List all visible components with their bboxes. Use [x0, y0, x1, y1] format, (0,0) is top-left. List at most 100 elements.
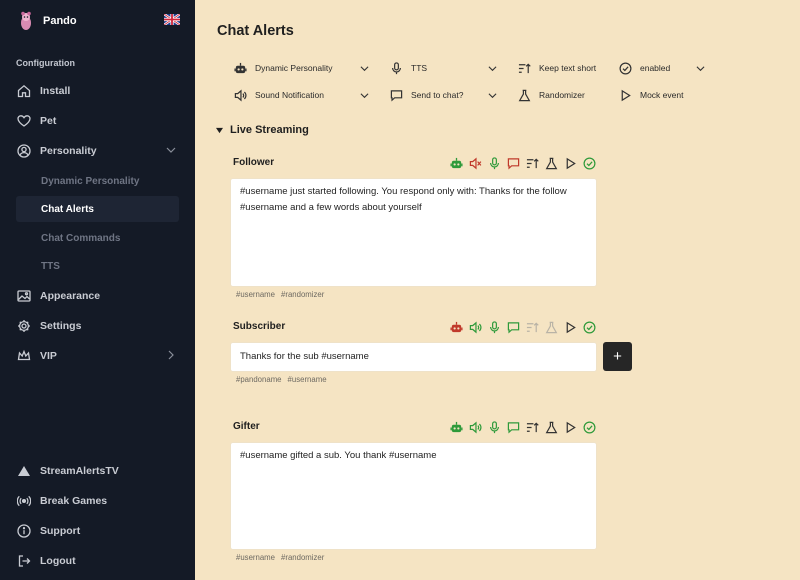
sidebar-item-label: Install — [40, 85, 71, 97]
check-circle-icon — [618, 61, 632, 75]
tag[interactable]: #pandoname — [236, 375, 282, 384]
legend-keep-text-short[interactable]: Keep text short — [517, 60, 607, 76]
sidebar-item-personality[interactable]: Personality — [16, 138, 180, 164]
robot-icon[interactable] — [449, 320, 463, 334]
user-circle-icon — [16, 143, 32, 159]
app-name: Pando — [43, 15, 77, 27]
sidebar-item-appearance[interactable]: Appearance — [16, 283, 180, 309]
add-button[interactable]: + — [603, 342, 632, 371]
speaker-icon[interactable] — [468, 420, 482, 434]
flask-icon[interactable] — [544, 320, 558, 334]
legend-sound-notification[interactable]: Sound Notification — [233, 87, 369, 103]
microphone-icon[interactable] — [487, 420, 501, 434]
legend-label: Randomizer — [539, 90, 585, 100]
chevron-right-icon — [168, 350, 174, 360]
alert-title-follower: Follower — [233, 157, 275, 168]
page-title: Chat Alerts — [217, 23, 294, 39]
speaker-icon[interactable] — [468, 320, 482, 334]
chat-bubble-icon[interactable] — [506, 156, 520, 170]
section-title: Live Streaming — [230, 124, 309, 136]
sidebar-item-streamalertstv[interactable]: StreamAlertsTV — [16, 458, 180, 484]
tag[interactable]: #username — [236, 290, 275, 299]
tag[interactable]: #username — [236, 553, 275, 562]
tag[interactable]: #randomizer — [281, 553, 324, 562]
chevron-down-icon — [360, 66, 369, 72]
alert-controls-follower — [449, 156, 596, 170]
sidebar-subitem-dynamic-personality[interactable]: Dynamic Personality — [16, 168, 179, 194]
legend-label: Sound Notification — [255, 90, 324, 100]
check-circle-icon[interactable] — [582, 320, 596, 334]
chat-bubble-icon[interactable] — [506, 420, 520, 434]
check-circle-icon[interactable] — [582, 156, 596, 170]
flask-icon[interactable] — [544, 156, 558, 170]
sidebar: Pando Configuration Install Pet Personal… — [0, 0, 195, 580]
sidebar-item-label: Personality — [40, 145, 97, 157]
legend-mock-event[interactable]: Mock event — [618, 87, 705, 103]
speaker-muted-icon[interactable] — [468, 156, 482, 170]
sidebar-subitem-chat-alerts[interactable]: Chat Alerts — [16, 196, 179, 222]
sort-icon[interactable] — [525, 156, 539, 170]
legend-label: enabled — [640, 63, 671, 73]
sidebar-item-pet[interactable]: Pet — [16, 108, 180, 134]
tag[interactable]: #username — [288, 375, 327, 384]
chevron-down-icon — [488, 66, 497, 72]
plus-icon: + — [613, 348, 622, 365]
legend-randomizer[interactable]: Randomizer — [517, 87, 607, 103]
sidebar-item-support[interactable]: Support — [16, 518, 180, 544]
sidebar-item-label: Break Games — [40, 495, 108, 507]
crown-icon — [16, 348, 32, 364]
legend-label: Dynamic Personality — [255, 63, 333, 73]
robot-icon[interactable] — [449, 420, 463, 434]
tag[interactable]: #randomizer — [281, 290, 324, 299]
microphone-icon[interactable] — [487, 320, 501, 334]
legend-label: Mock event — [640, 90, 684, 100]
sidebar-item-label: Support — [40, 525, 81, 537]
tags-gifter: #username #randomizer — [236, 553, 324, 562]
sidebar-item-break-games[interactable]: Break Games — [16, 488, 180, 514]
microphone-icon[interactable] — [487, 156, 501, 170]
play-icon — [618, 88, 632, 102]
message-input-subscriber[interactable]: Thanks for the sub #username — [230, 342, 597, 372]
play-icon[interactable] — [563, 156, 577, 170]
microphone-icon — [389, 61, 403, 75]
caret-down-icon — [216, 127, 223, 133]
alert-title-subscriber: Subscriber — [233, 321, 286, 332]
play-icon[interactable] — [563, 420, 577, 434]
legend-tts[interactable]: TTS — [389, 60, 497, 76]
robot-icon[interactable] — [449, 156, 463, 170]
sidebar-subitem-tts[interactable]: TTS — [16, 253, 179, 279]
message-input-gifter[interactable]: #username gifted a sub. You thank #usern… — [230, 442, 597, 550]
flask-icon[interactable] — [544, 420, 558, 434]
info-icon — [16, 523, 32, 539]
sort-icon[interactable] — [525, 320, 539, 334]
play-icon[interactable] — [563, 320, 577, 334]
pando-logo-icon — [21, 11, 31, 30]
sidebar-item-logout[interactable]: Logout — [16, 548, 180, 574]
legend-dynamic-personality[interactable]: Dynamic Personality — [233, 60, 369, 76]
sidebar-item-settings[interactable]: Settings — [16, 313, 180, 339]
home-icon — [16, 83, 32, 99]
chevron-down-icon — [488, 93, 497, 99]
legend-enabled[interactable]: enabled — [618, 60, 705, 76]
chevron-down-icon — [166, 147, 176, 153]
gear-icon — [16, 318, 32, 334]
robot-icon — [233, 61, 247, 75]
message-input-follower[interactable]: #username just started following. You re… — [230, 178, 597, 287]
sidebar-item-install[interactable]: Install — [16, 78, 180, 104]
check-circle-icon[interactable] — [582, 420, 596, 434]
tags-follower: #username #randomizer — [236, 290, 324, 299]
sidebar-item-label: VIP — [40, 350, 57, 362]
section-toggle-live-streaming[interactable]: Live Streaming — [216, 124, 309, 136]
brand[interactable]: Pando — [18, 10, 183, 32]
sidebar-item-vip[interactable]: VIP — [16, 343, 180, 369]
sort-icon[interactable] — [525, 420, 539, 434]
alert-title-gifter: Gifter — [233, 421, 260, 432]
sort-icon — [517, 61, 531, 75]
uk-flag-icon[interactable] — [164, 14, 180, 25]
sidebar-subitem-chat-commands[interactable]: Chat Commands — [16, 225, 179, 251]
chat-bubble-icon[interactable] — [506, 320, 520, 334]
legend-label: TTS — [411, 63, 428, 73]
legend-send-to-chat[interactable]: Send to chat? — [389, 87, 497, 103]
image-icon — [16, 288, 32, 304]
alert-controls-subscriber — [449, 320, 596, 334]
